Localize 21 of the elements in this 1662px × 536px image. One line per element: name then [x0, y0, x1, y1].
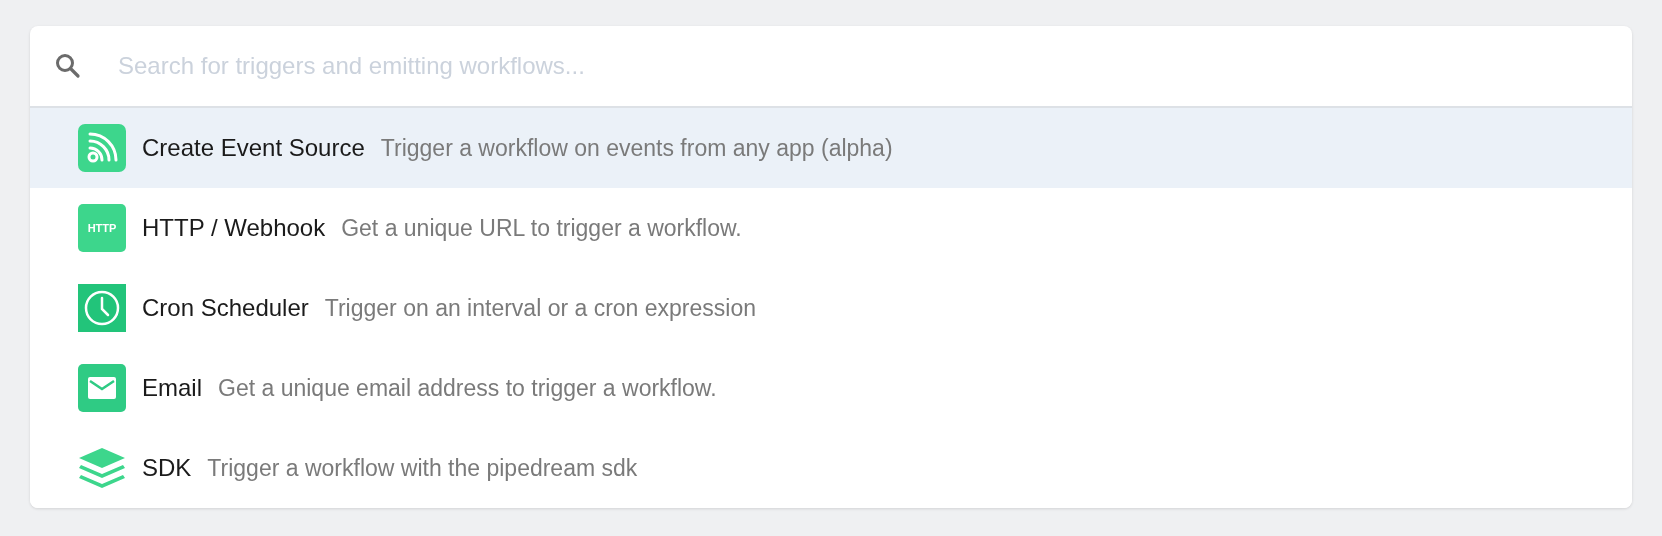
- http-icon: HTTP: [78, 204, 126, 252]
- email-icon: [78, 364, 126, 412]
- rss-icon: [78, 124, 126, 172]
- option-description: Get a unique email address to trigger a workflow.: [218, 373, 717, 403]
- trigger-option[interactable]: Cron Scheduler Trigger on an interval or a cron expression: [30, 268, 1632, 348]
- option-title: Email: [142, 373, 202, 403]
- option-title: HTTP / Webhook: [142, 213, 326, 243]
- option-description: Trigger a workflow on events from any app (alpha): [380, 133, 893, 163]
- option-description: Trigger a workflow with the pipedream sdk: [207, 453, 638, 483]
- trigger-option[interactable]: SDK Trigger a workflow with the pipedream sdk: [30, 428, 1632, 508]
- option-title: Create Event Source: [142, 133, 365, 163]
- trigger-option[interactable]: Create Event Source Trigger a workflow on events from any app (alpha): [30, 108, 1632, 188]
- search-icon: [55, 53, 81, 79]
- option-title: SDK: [142, 453, 192, 483]
- trigger-option[interactable]: Email Get a unique email address to trigger a workflow.: [30, 348, 1632, 428]
- option-description: Get a unique URL to trigger a workflow.: [341, 213, 742, 243]
- option-title: Cron Scheduler: [142, 293, 309, 323]
- clock-icon: [78, 284, 126, 332]
- option-description: Trigger on an interval or a cron expression: [324, 293, 756, 323]
- trigger-option[interactable]: HTTP HTTP / Webhook Get a unique URL to trigger a workflow.: [30, 188, 1632, 268]
- layers-icon: [78, 446, 126, 490]
